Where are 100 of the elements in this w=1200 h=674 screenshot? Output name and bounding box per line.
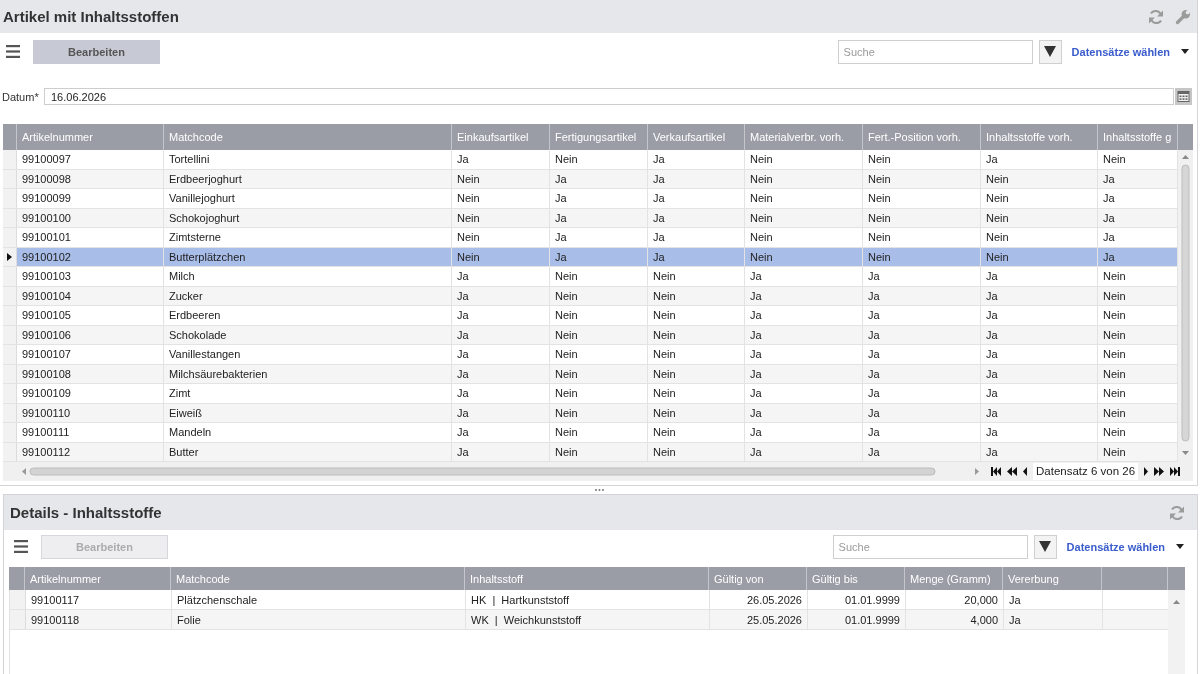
- table-cell: 25.05.2026: [710, 610, 808, 629]
- vertical-scrollbar[interactable]: [1178, 150, 1193, 462]
- select-records-label: Datensätze wählen: [1066, 540, 1165, 553]
- table-cell: Nein: [648, 286, 745, 305]
- table-cell: 99100101: [17, 228, 164, 247]
- table-cell: Ja: [452, 306, 550, 325]
- edit-button[interactable]: Bearbeiten: [33, 39, 160, 64]
- table-cell: Nein: [550, 267, 648, 286]
- table-cell: Nein: [863, 247, 981, 266]
- table-cell: Ja: [452, 325, 550, 344]
- table-cell: Nein: [452, 208, 550, 227]
- table-row[interactable]: 99100100 Schokojoghurt Nein Ja Ja Nein Nein Nein Ja: [3, 208, 1178, 228]
- table-cell: Plätzchenschale: [172, 590, 466, 609]
- table-row[interactable]: 99100108 Milchsäurebakterien Ja Nein Nein Ja Ja Ja Nein: [3, 364, 1178, 384]
- table-row[interactable]: 99100106 Schokolade Ja Nein Nein Ja Ja Ja Nein: [3, 325, 1178, 345]
- table-row[interactable]: 99100098 Erdbeerjoghurt Nein Ja Ja Nein Nein Nein Ja: [3, 169, 1178, 189]
- table-cell: Nein: [863, 189, 981, 208]
- table-cell: 99100097: [17, 150, 164, 169]
- table-row[interactable]: 99100109 Zimt Ja Nein Nein Ja Ja Ja Nein: [3, 384, 1178, 404]
- table-cell: Ja: [550, 228, 648, 247]
- table-row[interactable]: 99100104 Zucker Ja Nein Nein Ja Ja Ja Nein: [3, 286, 1178, 306]
- table-cell: Zucker: [164, 286, 452, 305]
- date-field[interactable]: 16.06.2026: [44, 88, 1174, 105]
- table-cell: Nein: [648, 364, 745, 383]
- table-cell: Vanillestangen: [164, 345, 452, 364]
- table-cell: Nein: [452, 169, 550, 188]
- pager-text: Datensatz 6 von 26: [1033, 463, 1139, 480]
- first-page-icon[interactable]: [991, 467, 1001, 476]
- calendar-icon[interactable]: [1175, 88, 1192, 105]
- table-cell: Nein: [648, 403, 745, 422]
- table-cell: Ja: [452, 384, 550, 403]
- table-row[interactable]: 99100117 Plätzchenschale HK | Hartkunststoff 26.05.2026 01.01.9999 20,000 Ja: [10, 590, 1168, 610]
- table-row[interactable]: 99100103 Milch Ja Nein Nein Ja Ja Ja Nein: [3, 267, 1178, 287]
- table-cell: Nein: [863, 228, 981, 247]
- table-cell: Ja: [745, 267, 863, 286]
- vertical-scrollbar[interactable]: [1168, 590, 1185, 674]
- table-cell: Ja: [863, 267, 981, 286]
- table-row[interactable]: 99100110 Eiweiß Ja Nein Nein Ja Ja Ja Nein: [3, 403, 1178, 423]
- table-cell: 4,000: [906, 610, 1004, 629]
- table-cell: Ja: [745, 442, 863, 461]
- select-records-button[interactable]: Datensätze wählen: [1066, 540, 1184, 553]
- table-cell: Nein: [981, 247, 1098, 266]
- table-cell: Nein: [981, 208, 1098, 227]
- table-cell: Ja: [863, 345, 981, 364]
- search-field[interactable]: Suche: [832, 534, 1028, 559]
- caret-down-icon: [1044, 46, 1057, 57]
- table-row[interactable]: 99100111 Mandeln Ja Nein Nein Ja Ja Ja Nein: [3, 423, 1178, 443]
- table-cell: 99100100: [17, 208, 164, 227]
- wrench-icon[interactable]: [1175, 8, 1191, 25]
- table-row[interactable]: 99100097 Tortellini Ja Nein Ja Nein Nein Ja Nein: [3, 150, 1178, 170]
- table-row[interactable]: 99100099 Vanillejoghurt Nein Ja Ja Nein Nein Nein Ja: [3, 189, 1178, 209]
- refresh-icon[interactable]: [1169, 504, 1185, 521]
- table-cell: Ja: [550, 208, 648, 227]
- table-row[interactable]: 99100112 Butter Ja Nein Nein Ja Ja Ja Nein: [3, 442, 1178, 462]
- table-cell: Ja: [981, 403, 1098, 422]
- table-row[interactable]: 99100118 Folie WK | Weichkunststoff 25.05.2026 01.01.9999 4,000 Ja: [10, 610, 1168, 630]
- table-cell: Nein: [648, 423, 745, 442]
- table-cell: Butterplätzchen: [164, 247, 452, 266]
- select-records-button[interactable]: Datensätze wählen: [1071, 45, 1189, 58]
- table-cell: Ja: [452, 150, 550, 169]
- table-cell: Folie: [172, 610, 466, 629]
- table-cell: Ja: [981, 286, 1098, 305]
- table-cell: Nein: [550, 150, 648, 169]
- table-cell: Nein: [745, 208, 863, 227]
- table-cell: Schokolade: [164, 325, 452, 344]
- table-cell: Ja: [648, 169, 745, 188]
- table-cell: Ja: [1004, 610, 1103, 629]
- table-cell: 99100106: [17, 325, 164, 344]
- table-cell: Nein: [550, 306, 648, 325]
- table-cell: Ja: [745, 403, 863, 422]
- table-cell: Nein: [550, 384, 648, 403]
- fast-forward-icon[interactable]: [1154, 467, 1165, 476]
- caret-down-icon: [1176, 544, 1184, 549]
- next-icon[interactable]: [1144, 467, 1149, 476]
- table-cell: Milch: [164, 267, 452, 286]
- window-title: Artikel mit Inhaltsstoffen: [3, 8, 180, 25]
- table-cell: 99100103: [17, 267, 164, 286]
- menu-icon[interactable]: [6, 45, 20, 58]
- table-cell: Erdbeerjoghurt: [164, 169, 452, 188]
- table-cell: Ja: [648, 150, 745, 169]
- table-cell: Ja: [745, 423, 863, 442]
- dropdown-button[interactable]: [1033, 534, 1057, 559]
- table-row[interactable]: 99100102 Butterplätzchen Nein Ja Ja Nein Nein Nein Ja: [3, 247, 1178, 267]
- dropdown-button[interactable]: [1038, 39, 1062, 64]
- table-cell: Nein: [648, 345, 745, 364]
- table-cell: Nein: [981, 169, 1098, 188]
- refresh-icon[interactable]: [1148, 8, 1164, 25]
- rewind-icon[interactable]: [1007, 467, 1017, 476]
- caret-down-icon: [1181, 49, 1189, 54]
- table-row[interactable]: 99100105 Erdbeeren Ja Nein Nein Ja Ja Ja Nein: [3, 306, 1178, 326]
- table-row[interactable]: 99100101 Zimtsterne Nein Ja Ja Nein Nein Nein Ja: [3, 228, 1178, 248]
- menu-icon[interactable]: [14, 540, 28, 553]
- table-row[interactable]: 99100107 Vanillestangen Ja Nein Nein Ja Ja Ja Nein: [3, 345, 1178, 365]
- search-field[interactable]: Suche: [837, 39, 1033, 64]
- previous-icon[interactable]: [1023, 467, 1027, 476]
- table-cell: Milchsäurebakterien: [164, 364, 452, 383]
- table-cell: Ja: [863, 286, 981, 305]
- table-cell: Ja: [648, 247, 745, 266]
- table-cell: Nein: [745, 228, 863, 247]
- last-page-icon[interactable]: [1170, 467, 1181, 476]
